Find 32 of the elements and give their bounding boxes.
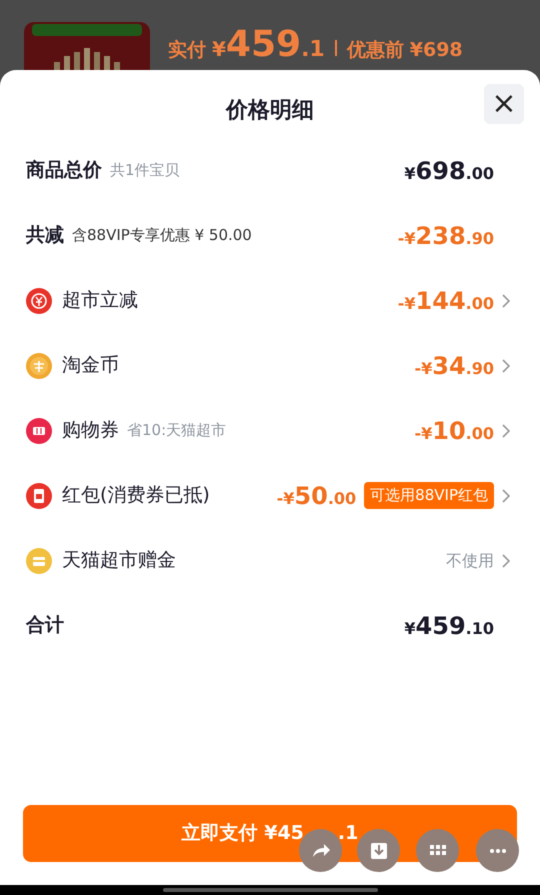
row-note: 含88VIP专享优惠 ¥ 50.00 xyxy=(72,225,252,246)
wallet-icon xyxy=(26,548,52,574)
coin-icon xyxy=(26,352,52,378)
row-label: 合计 xyxy=(26,613,64,638)
amount: ¥698.00 xyxy=(404,156,494,186)
amount: -¥144.00 xyxy=(398,286,494,316)
paid-price: ¥459.1 xyxy=(212,23,325,67)
row-note: 省10:天猫超市 xyxy=(127,420,226,442)
row-label: 购物券 xyxy=(62,418,119,444)
ticket-icon xyxy=(26,418,52,444)
envelope-icon xyxy=(26,482,52,508)
row-label: 共减 xyxy=(26,223,64,248)
row-label: 商品总价 xyxy=(26,158,102,184)
sheet-title: 价格明细 xyxy=(224,97,315,125)
amount: -¥10.00 xyxy=(414,416,494,446)
amount: -¥34.90 xyxy=(414,350,494,382)
row-label: 淘金币 xyxy=(62,353,119,378)
row-label: 超市立减 xyxy=(62,288,138,314)
amount: -¥238.90 xyxy=(398,220,494,252)
row-label: 天猫超市赠金 xyxy=(62,548,176,574)
status-text[interactable]: 不使用 xyxy=(446,548,494,572)
more-icon xyxy=(490,848,506,852)
before-label: 优惠前 xyxy=(346,38,404,63)
row-label: 红包(消费券已抵) xyxy=(62,483,210,508)
vip-tag[interactable]: 可选用88VIP红包 xyxy=(364,482,494,509)
amount: -¥50.00 xyxy=(276,480,356,512)
row-note: 共1件宝贝 xyxy=(110,160,180,182)
amount: ¥459.10 xyxy=(404,610,494,642)
paid-label: 实付 xyxy=(168,38,206,63)
close-button[interactable]: × xyxy=(484,84,524,124)
before-price: ¥698 xyxy=(410,38,463,63)
yen-coin-icon xyxy=(26,288,52,314)
